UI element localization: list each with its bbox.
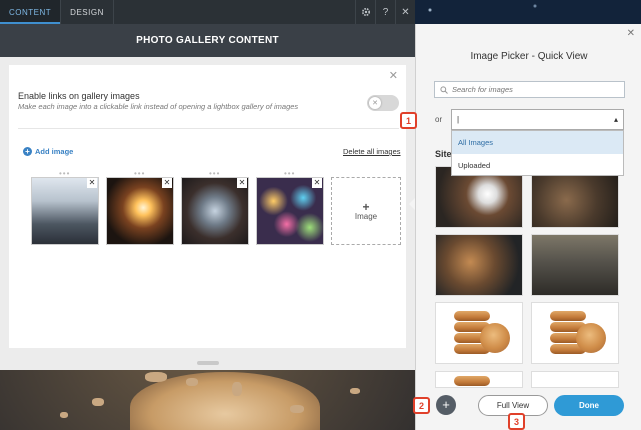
- option-uploaded[interactable]: Uploaded: [452, 154, 623, 177]
- tab-content[interactable]: CONTENT: [0, 0, 62, 24]
- source-select[interactable]: | ▴: [451, 109, 624, 130]
- search-box[interactable]: [434, 81, 625, 98]
- gallery-thumbnail[interactable]: ••• ✕: [256, 169, 324, 245]
- add-image-tile[interactable]: + Image: [331, 177, 401, 245]
- gallery-thumbnail[interactable]: ••• ✕: [181, 169, 249, 245]
- chevron-down-icon: ▴: [613, 115, 618, 124]
- tab-spacer: [114, 0, 355, 24]
- gallery-card: ✕ Enable links on gallery images Make ea…: [9, 65, 406, 348]
- picker-image[interactable]: [435, 302, 523, 364]
- drag-handle-icon[interactable]: •••: [284, 169, 295, 178]
- gallery-content-panel: ✕ Enable links on gallery images Make ea…: [0, 57, 415, 370]
- divider: [18, 128, 399, 129]
- close-icon[interactable]: ✕: [627, 28, 635, 39]
- remove-icon[interactable]: ✕: [87, 178, 97, 188]
- drag-handle-icon[interactable]: •••: [209, 169, 220, 178]
- close-icon[interactable]: ✕: [389, 69, 398, 82]
- add-tile-label: Image: [354, 211, 378, 221]
- drag-handle-icon[interactable]: •••: [59, 169, 70, 178]
- links-toggle[interactable]: ✕: [367, 95, 399, 111]
- select-value: |: [457, 115, 460, 124]
- plus-circle-icon: +: [23, 147, 32, 156]
- picker-image[interactable]: [435, 234, 523, 296]
- picker-image[interactable]: [531, 302, 619, 364]
- gallery-thumbnail[interactable]: ••• ✕: [31, 169, 99, 245]
- gear-icon[interactable]: [355, 0, 375, 24]
- delete-all-images-link[interactable]: Delete all images: [343, 147, 401, 156]
- remove-icon[interactable]: ✕: [237, 178, 247, 188]
- help-icon[interactable]: ?: [375, 0, 395, 24]
- tab-design[interactable]: DESIGN: [61, 0, 114, 24]
- gallery-thumbnail[interactable]: ••• ✕: [106, 169, 174, 245]
- add-image-label: Add image: [35, 147, 74, 156]
- resize-handle[interactable]: [197, 361, 219, 365]
- callout-marker: 2: [413, 397, 430, 414]
- remove-icon[interactable]: ✕: [312, 178, 322, 188]
- callout-marker: 3: [508, 413, 525, 430]
- page-title: PHOTO GALLERY CONTENT: [0, 24, 415, 57]
- toggle-description: Make each image into a clickable link in…: [18, 102, 299, 111]
- add-button[interactable]: +: [436, 395, 456, 415]
- search-icon: [440, 85, 448, 94]
- image-picker-panel: ✕ Image Picker - Quick View or | ▴ All I…: [415, 24, 641, 430]
- source-dropdown: All Images Uploaded: [451, 130, 624, 176]
- picker-image[interactable]: [531, 234, 619, 296]
- done-button[interactable]: Done: [554, 395, 624, 416]
- picker-title: Image Picker - Quick View: [470, 51, 588, 62]
- pointer-arrow: [409, 198, 415, 210]
- remove-icon[interactable]: ✕: [162, 178, 172, 188]
- plus-icon: +: [362, 199, 370, 214]
- drag-handle-icon[interactable]: •••: [134, 169, 145, 178]
- option-all-images[interactable]: All Images: [452, 131, 623, 154]
- add-image-link[interactable]: + Add image: [23, 147, 73, 156]
- picker-image[interactable]: [435, 371, 523, 388]
- editor-tab-bar: CONTENT DESIGN ? ✕: [0, 0, 415, 24]
- or-label: or: [435, 115, 443, 124]
- toggle-knob: ✕: [369, 97, 381, 109]
- picker-image[interactable]: [531, 371, 619, 388]
- close-icon[interactable]: ✕: [395, 0, 415, 24]
- toggle-title: Enable links on gallery images: [18, 91, 140, 101]
- background-night-sky: [415, 0, 641, 24]
- section-label: Site: [435, 149, 452, 159]
- search-input[interactable]: [452, 85, 612, 94]
- callout-marker: 1: [400, 112, 417, 129]
